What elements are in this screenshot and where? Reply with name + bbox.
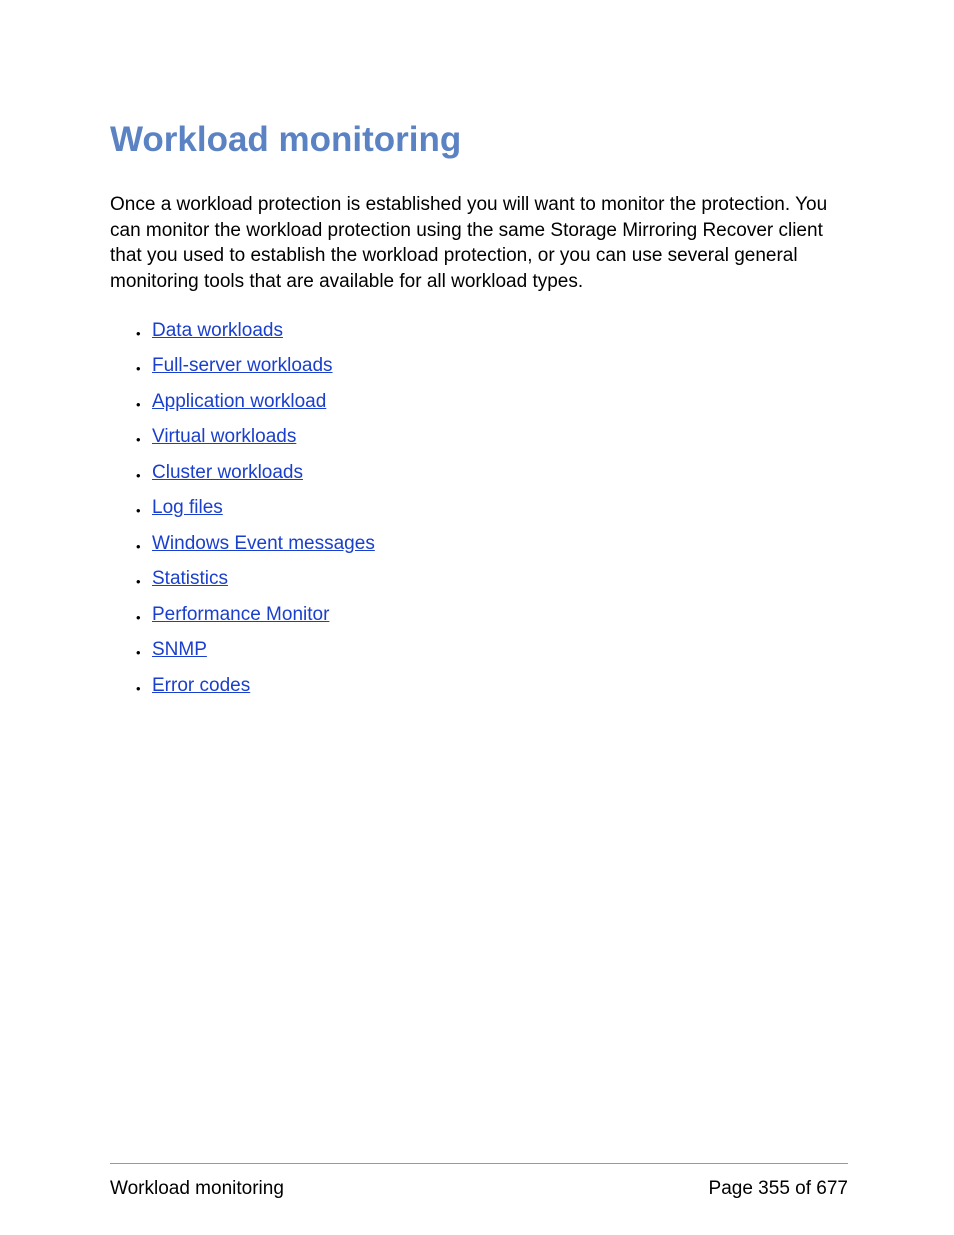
list-item: Data workloads (152, 317, 848, 346)
list-item: Statistics (152, 565, 848, 594)
list-item: Error codes (152, 672, 848, 701)
link-application-workload[interactable]: Application workload (152, 391, 326, 412)
link-error-codes[interactable]: Error codes (152, 675, 250, 696)
list-item: Application workload (152, 388, 848, 417)
link-cluster-workloads[interactable]: Cluster workloads (152, 462, 303, 483)
footer-section-label: Workload monitoring (110, 1178, 284, 1200)
page-content: Workload monitoring Once a workload prot… (0, 0, 954, 700)
list-item: SNMP (152, 636, 848, 665)
link-statistics[interactable]: Statistics (152, 568, 228, 589)
list-item: Cluster workloads (152, 459, 848, 488)
page-footer: Workload monitoring Page 355 of 677 (110, 1163, 848, 1200)
list-item: Performance Monitor (152, 601, 848, 630)
link-log-files[interactable]: Log files (152, 497, 223, 518)
link-performance-monitor[interactable]: Performance Monitor (152, 604, 329, 625)
link-full-server-workloads[interactable]: Full-server workloads (152, 355, 333, 376)
link-virtual-workloads[interactable]: Virtual workloads (152, 426, 296, 447)
list-item: Log files (152, 494, 848, 523)
page-title: Workload monitoring (110, 120, 848, 160)
footer-page-number: Page 355 of 677 (709, 1178, 848, 1200)
list-item: Full-server workloads (152, 352, 848, 381)
intro-paragraph: Once a workload protection is establishe… (110, 192, 848, 295)
list-item: Windows Event messages (152, 530, 848, 559)
link-list: Data workloads Full-server workloads App… (110, 317, 848, 701)
link-snmp[interactable]: SNMP (152, 639, 207, 660)
list-item: Virtual workloads (152, 423, 848, 452)
link-windows-event-messages[interactable]: Windows Event messages (152, 533, 375, 554)
link-data-workloads[interactable]: Data workloads (152, 320, 283, 341)
